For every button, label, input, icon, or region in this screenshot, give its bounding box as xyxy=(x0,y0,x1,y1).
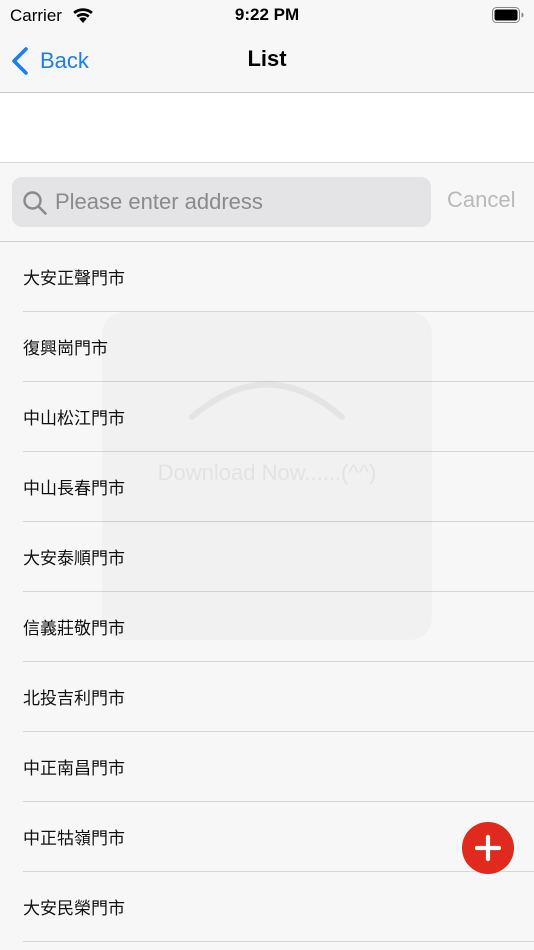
list-item-label: 復興崗門市 xyxy=(23,339,108,359)
list-item[interactable]: 大安民榮門市 xyxy=(23,872,534,942)
header-blank-area xyxy=(0,93,534,163)
battery-icon xyxy=(492,7,524,23)
list-item-label: 大安正聲門市 xyxy=(23,269,125,289)
cancel-button[interactable]: Cancel xyxy=(447,187,515,213)
list-item-label: 北投吉利門市 xyxy=(23,689,125,709)
search-bar: Cancel xyxy=(0,163,534,242)
list-item-label: 中正牯嶺門市 xyxy=(23,829,125,849)
status-time: 9:22 PM xyxy=(234,5,300,24)
download-progress-hud: Download Now......(^^) xyxy=(102,312,432,640)
search-field[interactable] xyxy=(12,177,431,227)
list-item-label: 大安民榮門市 xyxy=(23,899,125,919)
add-button[interactable] xyxy=(462,822,514,874)
search-input[interactable] xyxy=(55,177,425,227)
status-bar: Carrier 9:22 PM xyxy=(0,0,534,30)
page-title: List xyxy=(247,46,287,71)
list-item[interactable]: 中正南昌門市 xyxy=(23,732,534,802)
list-item[interactable]: 中正牯嶺門市 xyxy=(23,802,534,872)
loading-spinner-icon xyxy=(189,381,345,420)
navigation-bar: Back List xyxy=(0,30,534,93)
list-item-label: 中正南昌門市 xyxy=(23,759,125,779)
list-item[interactable]: 北投吉利門市 xyxy=(23,662,534,732)
plus-icon xyxy=(474,834,502,862)
search-icon xyxy=(23,191,47,215)
list-item[interactable]: 大安正聲門市 xyxy=(23,242,534,312)
download-status-text: Download Now......(^^) xyxy=(157,460,377,485)
